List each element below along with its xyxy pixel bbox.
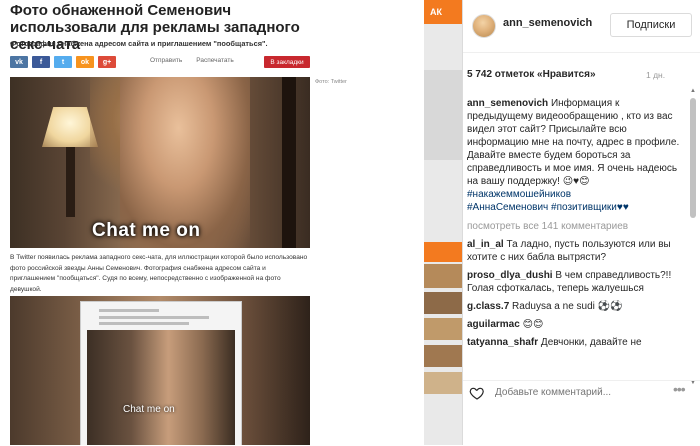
avatar[interactable]: [472, 14, 496, 38]
comment-username[interactable]: tatyanna_shafr: [467, 337, 538, 348]
ad-banner[interactable]: АК: [424, 0, 462, 24]
add-comment-input[interactable]: [493, 386, 647, 399]
following-button[interactable]: Подписки: [610, 13, 692, 37]
hashtag[interactable]: #накажеммошейников: [467, 189, 571, 200]
bed-post: [282, 77, 296, 248]
comments-scrollbar[interactable]: ▲ ▼: [688, 88, 698, 388]
ad-block: [424, 70, 462, 160]
ad-block: [424, 318, 462, 340]
comment-item: proso_dlya_dushi В чем справедливость?!!…: [467, 269, 685, 295]
article-actions: Отправить Распечатать: [150, 57, 234, 64]
heart-icon[interactable]: [469, 385, 485, 401]
post-header: ann_semenovich Подписки: [463, 0, 700, 53]
twitter-share-button[interactable]: t: [54, 56, 72, 68]
caption: ann_semenovich Информация к предыдущему …: [467, 97, 685, 214]
lamp-base: [66, 147, 75, 217]
facebook-share-button[interactable]: f: [32, 56, 50, 68]
comment-item: tatyanna_shafr Девчонки, давайте не: [467, 336, 685, 349]
scrollbar-thumb[interactable]: [690, 98, 696, 218]
comment-item: aguilarmac 😊😊: [467, 318, 685, 331]
scroll-up-icon[interactable]: ▲: [690, 88, 696, 94]
photo-credit: Фото: Twitter: [315, 79, 347, 85]
post-age[interactable]: 1 дн.: [646, 70, 665, 80]
comment-item: al_in_al Та ладно, пусть пользуются или …: [467, 238, 685, 264]
tweet-overlay-text: Chat me on: [123, 404, 175, 415]
bookmark-button[interactable]: В закладки: [264, 56, 310, 68]
send-link[interactable]: Отправить: [150, 57, 182, 64]
article-photo: Chat me on: [10, 77, 310, 248]
comment-item: g.class.7 Raduysa a ne sudi ⚽⚽: [467, 300, 685, 313]
news-article: Фото обнаженной Семенович использовали д…: [0, 0, 420, 445]
comment-username[interactable]: aguilarmac: [467, 319, 520, 330]
tweet-line: [99, 309, 159, 312]
tweet-image: Chat me on: [87, 330, 235, 445]
comment-text: Raduysa a ne sudi ⚽⚽: [512, 301, 623, 312]
ad-block: [424, 345, 462, 367]
comment-username[interactable]: al_in_al: [467, 239, 504, 250]
share-buttons: vk f t ok g+: [10, 56, 116, 68]
post-footer: •••: [463, 380, 700, 446]
hashtag[interactable]: #позитивщики♥♥: [551, 202, 629, 213]
hashtag[interactable]: #АннаСеменович: [467, 202, 548, 213]
comments-list: ann_semenovich Информация к предыдущему …: [467, 97, 685, 380]
google-plus-share-button[interactable]: g+: [98, 56, 116, 68]
comment-username[interactable]: g.class.7: [467, 301, 509, 312]
tweet-card: Chat me on: [80, 301, 242, 445]
vk-share-button[interactable]: vk: [10, 56, 28, 68]
instagram-post-panel: ann_semenovich Подписки 5 742 отметок «Н…: [462, 0, 700, 445]
article-subtitle: Фотография снабжена адресом сайта и приг…: [10, 39, 268, 48]
ad-block: [424, 264, 462, 288]
tweet-line: [99, 316, 209, 319]
print-link[interactable]: Распечатать: [196, 57, 234, 64]
caption-text: Информация к предыдущему видеообращению …: [467, 98, 680, 187]
article-photo-2: Chat me on: [10, 296, 310, 445]
tweet-line: [99, 322, 189, 325]
ad-block: [424, 372, 462, 394]
ad-block: [424, 242, 462, 262]
comment-username[interactable]: proso_dlya_dushi: [467, 270, 553, 281]
article-body: В Twitter появилась реклама западного се…: [10, 254, 308, 293]
odnoklassniki-share-button[interactable]: ok: [76, 56, 94, 68]
comment-text: Девчонки, давайте не: [540, 337, 642, 348]
caption-username[interactable]: ann_semenovich: [467, 98, 548, 109]
view-all-comments-link[interactable]: посмотреть все 141 комментариев: [467, 220, 685, 233]
photo-overlay-text: Chat me on: [92, 220, 201, 241]
more-options-icon[interactable]: •••: [673, 381, 686, 397]
post-author-username[interactable]: ann_semenovich: [503, 17, 592, 29]
ad-strip: АК: [424, 0, 462, 445]
comment-text: 😊😊: [522, 319, 544, 330]
likes-count[interactable]: 5 742 отметок «Нравится»: [467, 69, 596, 80]
ad-block: [424, 292, 462, 314]
